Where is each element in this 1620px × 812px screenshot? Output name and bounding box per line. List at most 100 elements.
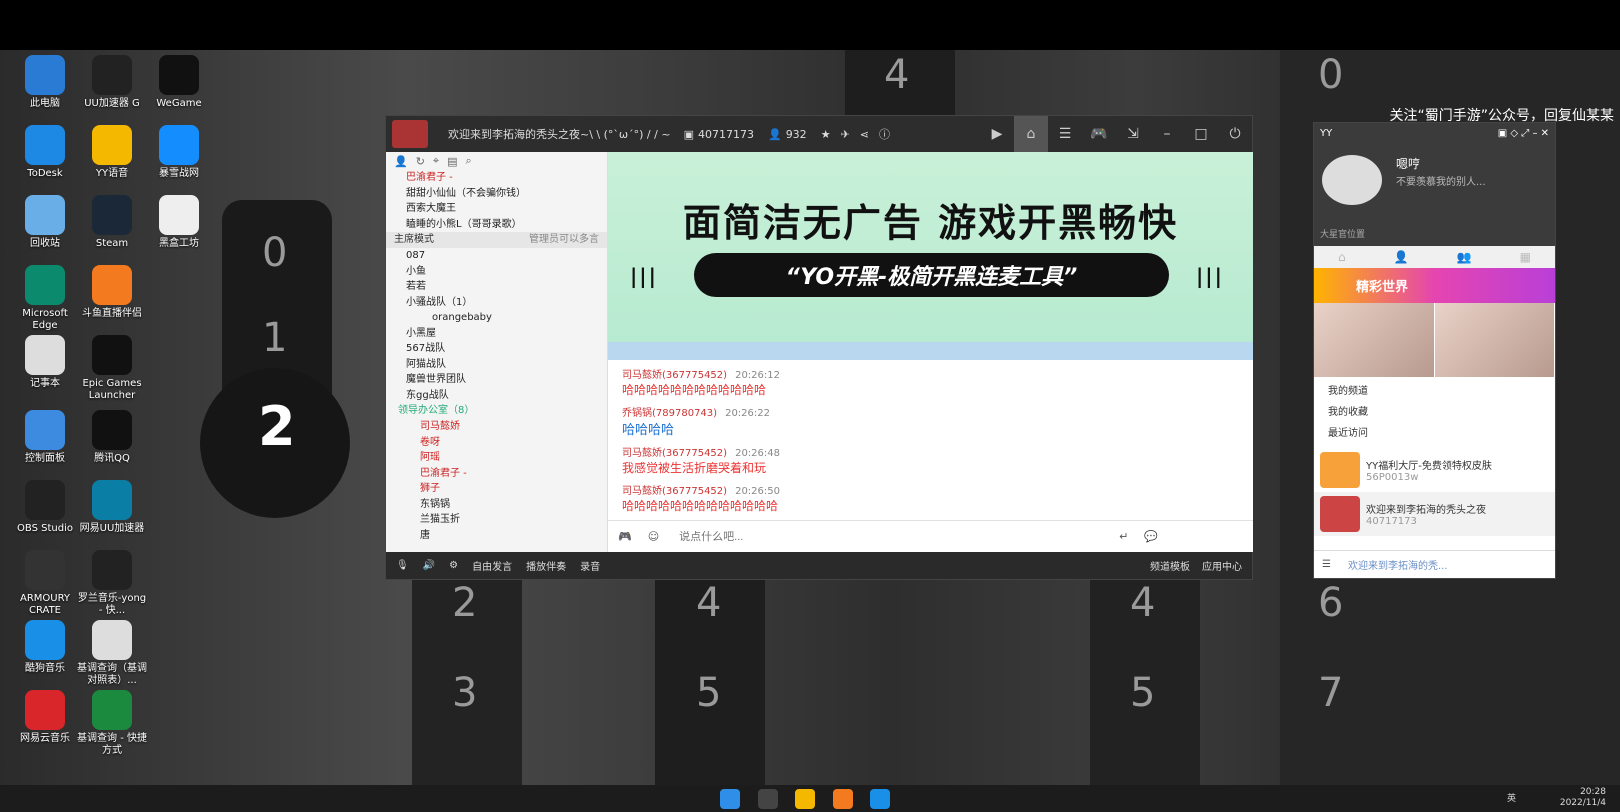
top-member[interactable]: 巴渝君子 - [386, 170, 607, 186]
desktop-icon[interactable]: 网易云音乐 [10, 690, 80, 745]
mode-label[interactable]: 主席模式 [394, 232, 434, 248]
group-member[interactable]: 唐 [386, 528, 607, 544]
search-icon[interactable]: ⌕ [466, 154, 472, 168]
menu-recent[interactable]: 最近访问 [1328, 423, 1541, 444]
sub-channel[interactable]: 567战队 [386, 341, 607, 357]
sub-channel[interactable]: 087 [386, 248, 607, 264]
window-titlebar[interactable]: 欢迎来到李拓海的秃头之夜~\ \ (°`ω´°) / / ~ ▣ 4071717… [386, 116, 1252, 152]
sub-channel[interactable]: 小鱼 [386, 264, 607, 280]
desktop-icon[interactable]: 网易UU加速器 [77, 480, 147, 535]
card-icon[interactable]: ▤ [447, 155, 457, 168]
user-icon[interactable]: 👤 [394, 155, 408, 168]
minimize-icon[interactable]: – [1150, 116, 1184, 152]
top-member[interactable]: 瞌睡的小熊L（哥哥录歌） [386, 217, 607, 233]
groups-tab-icon[interactable]: 👥 [1457, 250, 1472, 264]
mixer-icon[interactable]: ⚙ [449, 560, 458, 571]
window-controls[interactable]: ▣ ◇ ⤢ – ✕ [1498, 128, 1549, 139]
desktop-icon[interactable]: 记事本 [10, 335, 80, 390]
desktop-icon[interactable]: ToDesk [10, 125, 80, 180]
info-icon[interactable]: ⓘ [879, 126, 890, 142]
message-author[interactable]: 司马懿娇(367775452) [622, 370, 727, 381]
promo-image[interactable] [1434, 303, 1555, 377]
sub-channel[interactable]: 若若 [386, 279, 607, 295]
user-avatar[interactable] [1322, 155, 1382, 205]
desktop-icon[interactable]: Epic Games Launcher [77, 335, 147, 402]
desktop-icon[interactable]: ARMOURY CRATE [10, 550, 80, 617]
video-icon[interactable]: ▶ [980, 116, 1014, 152]
desktop-icon[interactable]: 腾讯QQ [77, 410, 147, 465]
recent-item[interactable]: 欢迎来到李拓海的秃头之夜 40717173 [1314, 492, 1555, 536]
airplane-app-icon[interactable] [758, 789, 778, 809]
desktop-icon[interactable]: 回收站 [10, 195, 80, 250]
message-author[interactable]: 乔锅锅(789780743) [622, 408, 717, 419]
chat-area[interactable]: 司马懿娇(367775452) 20:26:12 哈哈哈哈哈哈哈哈哈哈哈哈 乔锅锅… [608, 360, 1253, 520]
desktop-icon[interactable]: OBS Studio [10, 480, 80, 535]
sub-channel[interactable]: 魔兽世界团队 [386, 372, 607, 388]
yy-app-icon[interactable] [795, 789, 815, 809]
sub-channel-member[interactable]: orangebaby [386, 310, 607, 326]
home-tab-icon[interactable]: ⌂ [1338, 250, 1346, 264]
promo-banner[interactable]: 精彩世界 [1314, 268, 1555, 303]
sub-channel[interactable]: 阿猫战队 [386, 357, 607, 373]
system-tray[interactable]: 英 20:28 2022/11/4 [1507, 787, 1606, 809]
group-member[interactable]: 巴渝君子 - [386, 466, 607, 482]
friends-tab-icon[interactable]: 👤 [1394, 250, 1409, 264]
maximize-icon[interactable]: □ [1184, 116, 1218, 152]
yy-channel-window[interactable]: 欢迎来到李拓海的秃头之夜~\ \ (°`ω´°) / / ~ ▣ 4071717… [385, 115, 1253, 580]
app-center-button[interactable]: 应用中心 [1202, 558, 1242, 573]
refresh-icon[interactable]: ↻ [416, 155, 425, 168]
list-icon[interactable]: ☰ [1048, 116, 1082, 152]
group-member[interactable]: 司马懿娇 [386, 419, 607, 435]
speaker-icon[interactable]: 🔊 [423, 560, 435, 571]
group-member[interactable]: 兰猫玉折 [386, 512, 607, 528]
sub-channel[interactable]: 东gg战队 [386, 388, 607, 404]
airplane-icon[interactable]: ✈ [841, 128, 850, 141]
emoji-icon[interactable]: ☺ [648, 530, 659, 543]
desktop-icon[interactable]: 酷狗音乐 [10, 620, 80, 675]
mic-user-icon[interactable]: 🎙 [396, 560, 409, 571]
group-member[interactable]: 狮子 [386, 481, 607, 497]
user-nickname[interactable]: 嗯哼 [1396, 155, 1420, 172]
clock-date[interactable]: 2022/11/4 [1560, 798, 1606, 809]
send-icon[interactable]: ↵ [1119, 530, 1128, 543]
doushu-app-icon[interactable] [833, 789, 853, 809]
kugou-app-icon[interactable] [870, 789, 890, 809]
menu-my-channels[interactable]: 我的频道 [1328, 381, 1541, 402]
yy-main-panel[interactable]: YY ▣ ◇ ⤢ – ✕ 嗯哼 不要羡慕我的别人... 大星官位置 ⌂ 👤 👥 … [1313, 122, 1556, 579]
channel-template-button[interactable]: 频道模板 [1150, 558, 1190, 573]
promo-image[interactable] [1314, 303, 1435, 377]
desktop-icon[interactable]: 控制面板 [10, 410, 80, 465]
desktop-icon[interactable]: 基调查询（基调对照表）... [77, 620, 147, 687]
windows-start-icon[interactable] [720, 789, 740, 809]
user-signature[interactable]: 不要羡慕我的别人... [1396, 173, 1486, 188]
desktop-icon[interactable]: UU加速器 G [77, 55, 147, 110]
ad-banner[interactable]: 面简洁无广告 游戏开黑畅快 ||| “YO开黑-极简开黑连麦工具” ||| [608, 152, 1253, 360]
recent-item[interactable]: YY福利大厅-免费领特权皮肤 56P0013w [1314, 448, 1555, 492]
desktop-icon[interactable]: YY语音 [77, 125, 147, 180]
group-member[interactable]: 阿瑶 [386, 450, 607, 466]
menu-icon[interactable]: ☰ [1322, 559, 1331, 570]
desktop-icon[interactable]: 暴雪战网 [144, 125, 214, 180]
message-author[interactable]: 司马懿娇(367775452) [622, 448, 727, 459]
clock-time[interactable]: 20:28 [1560, 787, 1606, 798]
sub-channel[interactable]: 小黑屋 [386, 326, 607, 342]
gamepad-icon[interactable]: 🎮 [1082, 116, 1116, 152]
ime-indicator[interactable]: 英 [1507, 794, 1516, 805]
favorite-star-icon[interactable]: ★ [821, 128, 831, 141]
desktop-icon[interactable]: 此电脑 [10, 55, 80, 110]
panel-bottom-bar[interactable]: ☰ 欢迎来到李拓海的秃... [1314, 550, 1555, 578]
top-member[interactable]: 西索大魔王 [386, 201, 607, 217]
top-member[interactable]: 甜甜小仙仙（不会骗你钱） [386, 186, 607, 202]
panel-bottom-text[interactable]: 欢迎来到李拓海的秃... [1348, 557, 1448, 572]
free-talk-button[interactable]: 自由发言 [472, 558, 512, 573]
sub-channel[interactable]: 小骚战队（1） [386, 295, 607, 311]
group-member[interactable]: 卷呀 [386, 435, 607, 451]
home-icon[interactable]: ⌂ [1014, 116, 1048, 152]
group-member[interactable]: 东锅锅 [386, 497, 607, 513]
chat-bubble-icon[interactable]: 💬 [1144, 530, 1158, 543]
share-icon[interactable]: ⋖ [860, 128, 869, 141]
panel-titlebar[interactable]: YY ▣ ◇ ⤢ – ✕ [1314, 123, 1555, 143]
desktop-icon[interactable]: 斗鱼直播伴侣 [77, 265, 147, 320]
play-accompany-button[interactable]: 播放伴奏 [526, 558, 566, 573]
collapse-icon[interactable]: ⇲ [1116, 116, 1150, 152]
